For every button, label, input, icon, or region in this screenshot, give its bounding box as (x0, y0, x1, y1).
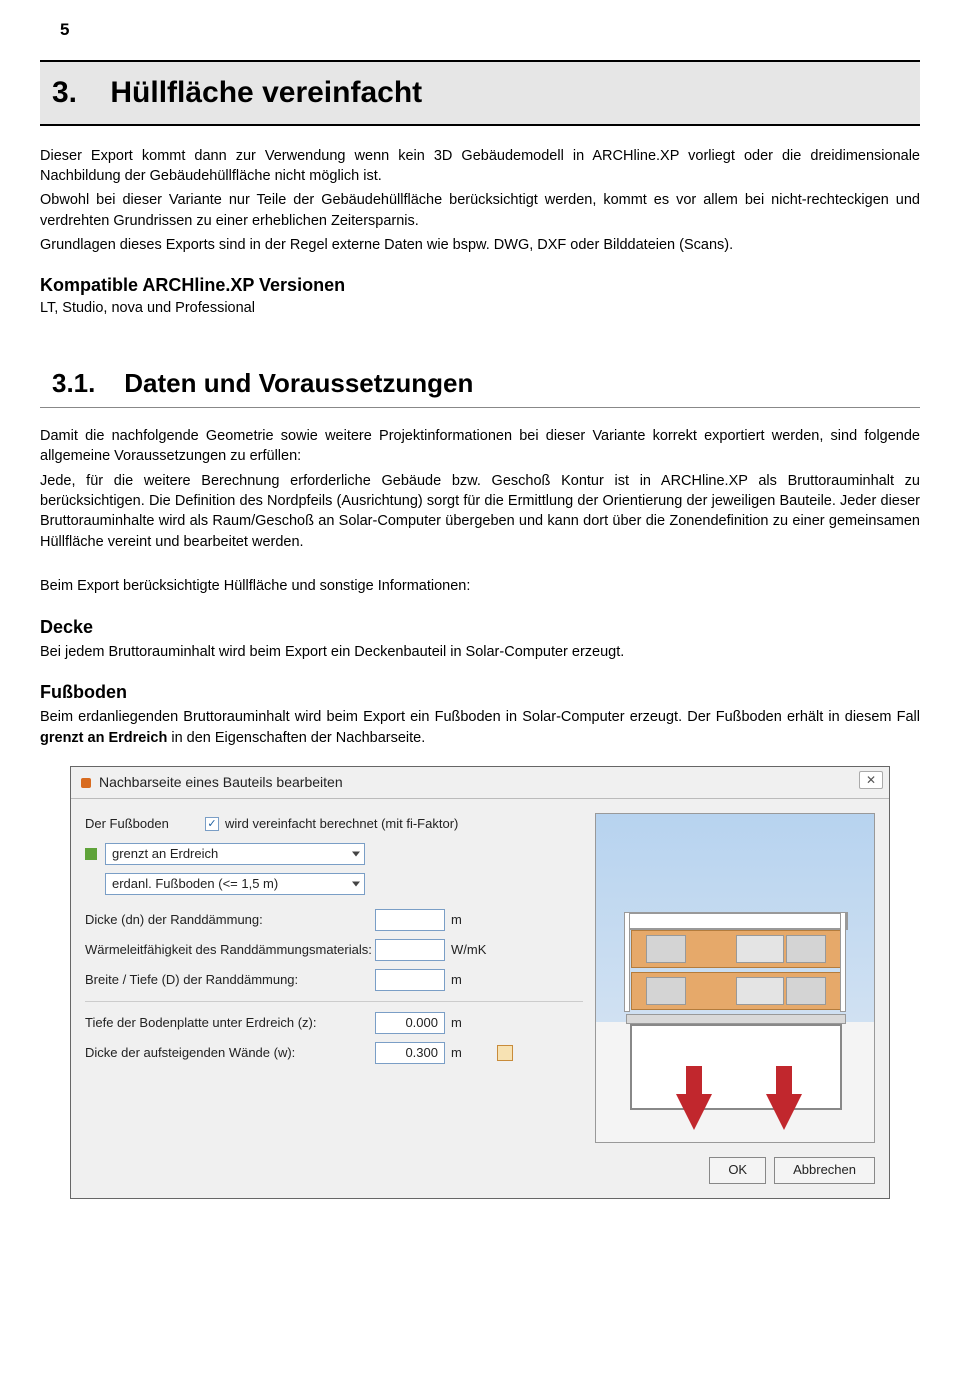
fussboden-text-a: Beim erdanliegenden Bruttorauminhalt wir… (40, 709, 920, 725)
compat-heading: Kompatible ARCHline.XP Versionen (40, 273, 920, 298)
component-label: Der Fußboden (85, 815, 205, 833)
adjacent-combo[interactable]: grenzt an Erdreich (105, 843, 365, 865)
compat-text: LT, Studio, nova und Professional (40, 298, 920, 318)
input-w[interactable]: 0.300 (375, 1042, 445, 1064)
input-lambda[interactable] (375, 939, 445, 961)
unit-m-1: m (451, 911, 491, 929)
illustration-column (595, 813, 875, 1143)
ok-button[interactable]: OK (709, 1157, 766, 1183)
unit-m-2: m (451, 971, 491, 989)
intro-p2: Obwohl bei dieser Variante nur Teile der… (40, 190, 920, 231)
dialog-window: Nachbarseite eines Bauteils bearbeiten ✕… (70, 766, 890, 1199)
fussboden-text-b: in den Eigenschaften der Nachbarseite. (167, 730, 425, 746)
sec-p2: Jede, für die weitere Berechnung erforde… (40, 471, 920, 552)
building-illustration (595, 813, 875, 1143)
decke-text: Bei jedem Bruttorauminhalt wird beim Exp… (40, 642, 920, 662)
label-bd: Breite / Tiefe (D) der Randdämmung: (85, 971, 375, 989)
unit-m-3: m (451, 1014, 491, 1032)
simplified-label: wird vereinfacht berechnet (mit fi-Fakto… (225, 815, 458, 833)
section-body: Damit die nachfolgende Geometrie sowie w… (40, 426, 920, 596)
fussboden-heading: Fußboden (40, 680, 920, 705)
sec-p3: Beim Export berücksichtigte Hüllfläche u… (40, 576, 920, 596)
sec-p1: Damit die nachfolgende Geometrie sowie w… (40, 426, 920, 467)
divider (85, 1001, 583, 1002)
fussboden-text: Beim erdanliegenden Bruttorauminhalt wir… (40, 707, 920, 748)
input-dn[interactable] (375, 909, 445, 931)
label-dn: Dicke (dn) der Randdämmung: (85, 911, 375, 929)
intro-block: Dieser Export kommt dann zur Verwendung … (40, 146, 920, 255)
section-heading: 3.1. Daten und Voraussetzungen (40, 359, 920, 408)
form-column: Der Fußboden ✓ wird vereinfacht berechne… (85, 813, 583, 1143)
floor-type-combo[interactable]: erdanl. Fußboden (<= 1,5 m) (105, 873, 365, 895)
section-title-text: Daten und Voraussetzungen (124, 368, 473, 398)
decke-heading: Decke (40, 615, 920, 640)
intro-p3: Grundlagen dieses Exports sind in der Re… (40, 235, 920, 255)
chapter-heading: 3. Hüllfläche vereinfacht (40, 60, 920, 126)
unit-wmk: W/mK (451, 941, 491, 959)
input-bd[interactable] (375, 969, 445, 991)
page-number: 5 (60, 18, 920, 42)
color-indicator-icon (85, 848, 97, 860)
intro-p1: Dieser Export kommt dann zur Verwendung … (40, 146, 920, 187)
app-icon (81, 778, 91, 788)
unit-m-4: m (451, 1044, 491, 1062)
dialog-title-text: Nachbarseite eines Bauteils bearbeiten (99, 773, 343, 793)
chapter-number: 3. (52, 76, 77, 109)
input-z[interactable]: 0.000 (375, 1012, 445, 1034)
label-z: Tiefe der Bodenplatte unter Erdreich (z)… (85, 1014, 375, 1032)
chapter-title-text: Hüllfläche vereinfacht (110, 76, 422, 109)
dialog-footer: OK Abbrechen (71, 1147, 889, 1197)
simplified-checkbox[interactable]: ✓ (205, 817, 219, 831)
cancel-button[interactable]: Abbrechen (774, 1157, 875, 1183)
close-button[interactable]: ✕ (859, 771, 883, 789)
fussboden-bold: grenzt an Erdreich (40, 730, 167, 746)
label-lambda: Wärmeleitfähigkeit des Randdämmungsmater… (85, 941, 375, 959)
label-w: Dicke der aufsteigenden Wände (w): (85, 1044, 375, 1062)
calculator-icon[interactable] (497, 1045, 513, 1061)
section-number: 3.1. (52, 368, 95, 398)
dialog-titlebar: Nachbarseite eines Bauteils bearbeiten ✕ (71, 767, 889, 800)
